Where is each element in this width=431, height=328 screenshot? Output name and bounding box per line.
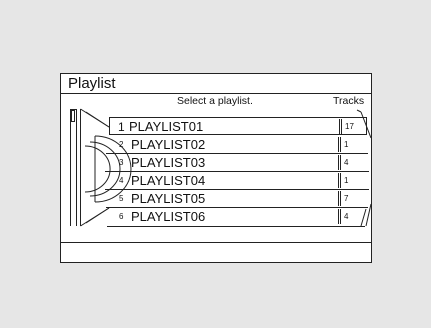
- playlist-number: 2: [119, 140, 124, 149]
- playlist-row[interactable]: 3 PLAYLIST03 4: [109, 154, 367, 172]
- row-divider: [106, 153, 368, 154]
- playlist-row[interactable]: 5 PLAYLIST05 7: [109, 190, 367, 208]
- playlist-screen: Playlist Select a playlist. Tracks 1 PLA…: [60, 73, 372, 263]
- playlist-number: 5: [119, 194, 124, 203]
- playlist-name: PLAYLIST03: [131, 155, 206, 170]
- playlist-track-count: 7: [338, 191, 348, 206]
- playlist-track-count: 4: [338, 209, 348, 224]
- track-count-value: 7: [344, 194, 349, 203]
- playlist-name: PLAYLIST06: [131, 209, 206, 224]
- footer-divider: [61, 242, 371, 243]
- row-divider: [107, 226, 365, 227]
- playlist-row[interactable]: 6 PLAYLIST06 4: [109, 208, 367, 226]
- playlist-name: PLAYLIST04: [131, 173, 206, 188]
- playlist-track-count: 4: [338, 155, 348, 170]
- track-count-value: 4: [344, 158, 349, 167]
- playlist-name: PLAYLIST02: [131, 137, 206, 152]
- playlist-name: PLAYLIST01: [129, 119, 204, 134]
- playlist-track-count: 17: [339, 119, 354, 134]
- row-divider: [106, 207, 368, 208]
- track-count-value: 1: [344, 140, 349, 149]
- playlist-number: 6: [119, 212, 124, 221]
- row-divider: [105, 189, 369, 190]
- track-count-value: 1: [344, 176, 349, 185]
- scrollbar-thumb[interactable]: [71, 110, 75, 122]
- playlist-number: 4: [119, 176, 124, 185]
- playlist-track-count: 1: [338, 173, 348, 188]
- playlist-row[interactable]: 4 PLAYLIST04 1: [109, 172, 367, 190]
- playlist-number: 1: [118, 120, 125, 134]
- playlist-row[interactable]: 2 PLAYLIST02 1: [109, 136, 367, 154]
- playlist-number: 3: [119, 158, 124, 167]
- playlist-track-count: 1: [338, 137, 348, 152]
- track-count-value: 4: [344, 212, 349, 221]
- track-count-value: 17: [345, 122, 354, 131]
- playlist-name: PLAYLIST05: [131, 191, 206, 206]
- playlist-row[interactable]: 1 PLAYLIST01 17: [109, 117, 367, 135]
- row-divider: [105, 171, 369, 172]
